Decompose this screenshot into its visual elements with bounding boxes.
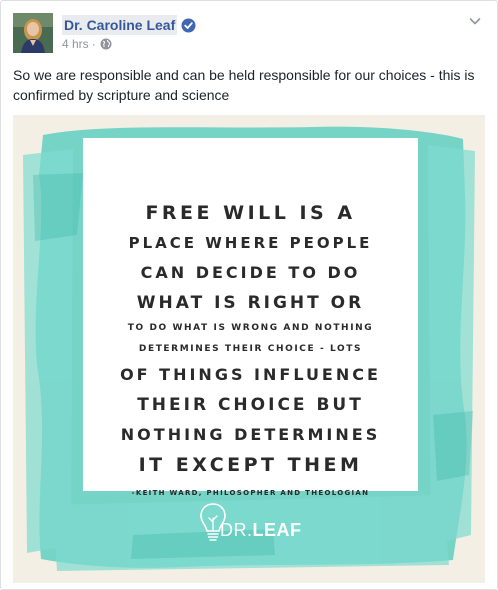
author-line: Dr. Caroline Leaf xyxy=(62,15,196,35)
post-meta: 4 hrs · xyxy=(62,36,112,52)
globe-icon[interactable] xyxy=(100,38,112,50)
meta-separator: · xyxy=(91,37,96,51)
post-header: Dr. Caroline Leaf 4 hrs · xyxy=(13,13,483,55)
quote-line: CAN DECIDE TO DO xyxy=(140,263,361,282)
quote-line: DETERMINES THEIR CHOICE - LOTS xyxy=(138,344,363,354)
post-card: Dr. Caroline Leaf 4 hrs · So we are resp… xyxy=(0,0,498,590)
quote-line: NOTHING DETERMINES xyxy=(120,425,381,444)
logo-text-light: DR. xyxy=(220,520,253,540)
quote-line: THEIR CHOICE BUT xyxy=(137,395,364,415)
author-avatar[interactable] xyxy=(13,13,53,53)
post-image[interactable]: FREE WILL IS A PLACE WHERE PEOPLE CAN DE… xyxy=(13,115,485,583)
quote-line: FREE WILL IS A xyxy=(145,202,356,224)
quote-line: IT EXCEPT THEM xyxy=(138,454,363,476)
post-timestamp-link[interactable]: 4 hrs xyxy=(62,36,89,52)
quote-line: OF THINGS INFLUENCE xyxy=(120,365,381,384)
post-text: So we are responsible and can be held re… xyxy=(13,67,475,103)
logo-wordmark: DR.LEAF xyxy=(220,520,302,541)
logo-text-bold: LEAF xyxy=(252,520,302,540)
quote-line: TO DO WHAT IS WRONG AND NOTHING xyxy=(127,323,374,333)
quote-card: FREE WILL IS A PLACE WHERE PEOPLE CAN DE… xyxy=(83,138,418,497)
quote-line: WHAT IS RIGHT OR xyxy=(136,293,365,313)
quote-text: FREE WILL IS A PLACE WHERE PEOPLE CAN DE… xyxy=(83,198,418,500)
quote-line: PLACE WHERE PEOPLE xyxy=(128,234,373,252)
author-name-link[interactable]: Dr. Caroline Leaf xyxy=(62,15,178,35)
quote-attribution: -KEITH WARD, PHILOSOPHER AND THEOLOGIAN xyxy=(131,489,370,497)
post-options-chevron-icon[interactable] xyxy=(467,13,483,29)
verified-badge-icon xyxy=(181,18,196,33)
dr-leaf-logo: DR.LEAF xyxy=(198,500,318,560)
